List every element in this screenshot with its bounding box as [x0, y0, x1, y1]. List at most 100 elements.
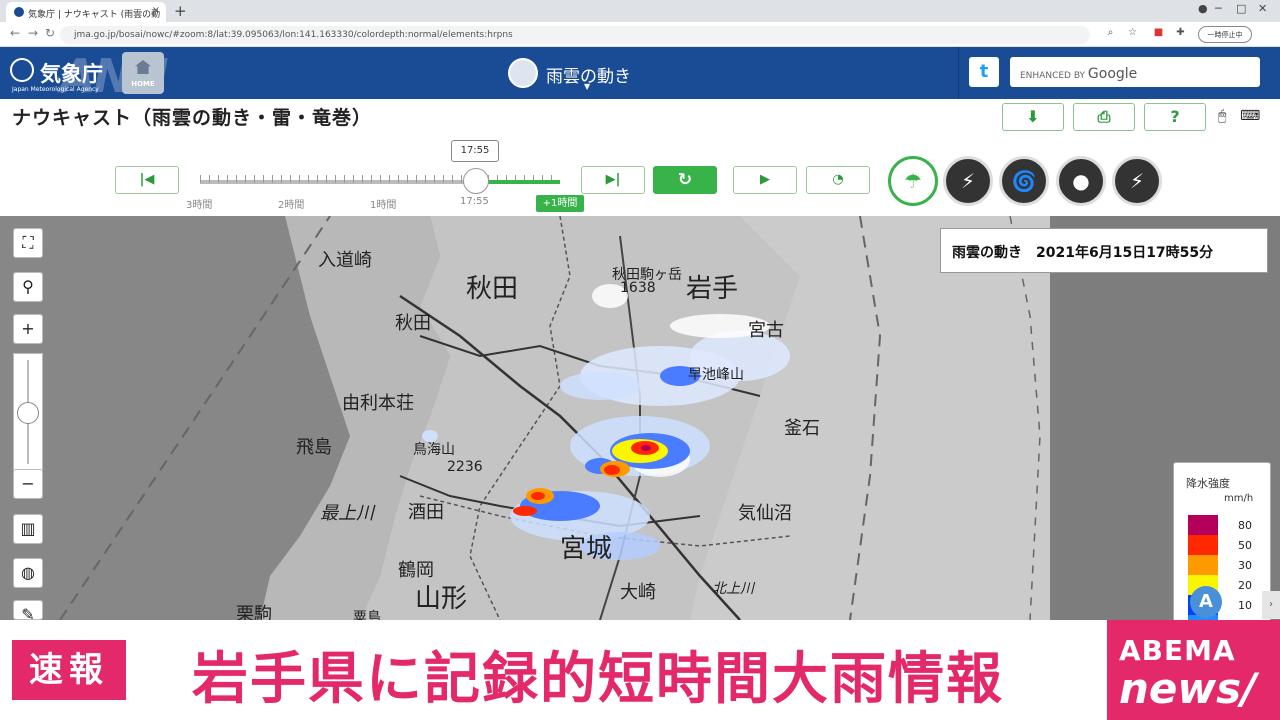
zoom-in-button[interactable]: +	[13, 314, 43, 344]
chevron-right-icon[interactable]: ›	[1262, 591, 1280, 619]
current-time-bubble: 17:55	[451, 140, 499, 162]
tornado-layer-button[interactable]: 🌀	[999, 156, 1049, 206]
precip-legend: 降水強度 mm/h 80503020105	[1173, 462, 1271, 620]
legend-swatch	[1188, 515, 1218, 535]
tab-title: 気象庁 | ナウキャスト (雨雲の動	[28, 10, 161, 20]
place-oga: 入道崎	[318, 250, 372, 271]
legend-value: 80	[1238, 519, 1252, 532]
url-field[interactable]: jma.go.jp/bosai/nowc/#zoom:8/lat:39.0950…	[60, 26, 1090, 44]
help-button[interactable]: ?	[1144, 103, 1206, 131]
abema-logo: ABEMA news/	[1107, 620, 1280, 720]
fullscreen-button[interactable]: ⛶	[13, 228, 43, 258]
news-ticker: 速報 岩手県に記録的短時間大雨情報 ABEMA news/	[0, 620, 1280, 720]
forward-icon[interactable]: →	[28, 26, 38, 40]
globe-icon	[508, 58, 538, 88]
place-awashima: 粟島	[353, 610, 381, 620]
zoom-slider-thumb[interactable]	[17, 402, 39, 424]
last-frame-button[interactable]: ▶|	[581, 166, 645, 194]
headline: 岩手県に記録的短時間大雨情報	[192, 647, 1004, 712]
keyboard-icon[interactable]: ⌨	[1240, 108, 1260, 124]
place-akita-pref: 秋田	[466, 274, 519, 304]
tick-label: 1時間	[370, 200, 397, 211]
twitter-button[interactable]: t	[969, 57, 999, 87]
abema-logo-top: ABEMA	[1119, 634, 1236, 667]
pen-button[interactable]: ✎	[13, 600, 43, 620]
place-tobishima: 飛島	[296, 437, 332, 458]
page-title: ナウキャスト（雨雲の動き・雷・竜巻）	[12, 107, 373, 129]
tick-label: 17:55	[460, 196, 489, 207]
maximize-icon[interactable]: □	[1236, 2, 1246, 15]
place-iwate-pref: 岩手	[686, 274, 739, 304]
reload-icon[interactable]: ↻	[45, 26, 55, 40]
header-divider	[958, 47, 959, 99]
jma-emblem-icon	[10, 58, 34, 82]
place-akita-koma-alt: 1638	[620, 280, 656, 296]
extension-pill[interactable]: 一時停止中	[1198, 26, 1252, 43]
place-kurikoma: 栗駒	[236, 604, 272, 620]
place-kitakami-river: 北上川	[712, 581, 754, 597]
jma-favicon-icon	[14, 7, 24, 17]
place-kamaishi: 釜石	[784, 418, 820, 439]
mouse-icon[interactable]: 🖱	[1218, 108, 1226, 124]
legend-value: 30	[1238, 559, 1252, 572]
place-kesennuma: 気仙沼	[738, 503, 792, 524]
bookmark-star-icon[interactable]: ☆	[1126, 27, 1139, 40]
home-button[interactable]: HOME	[122, 52, 164, 94]
legend-unit: mm/h	[1224, 493, 1254, 504]
legend-value: 20	[1238, 579, 1252, 592]
speed-button[interactable]: ◔	[806, 166, 870, 194]
place-hayachine: 早池峰山	[688, 367, 744, 383]
place-tsuruoka: 鶴岡	[398, 560, 434, 581]
legend-swatch	[1188, 555, 1218, 575]
place-chokai-alt: 2236	[447, 459, 483, 475]
legend-value: 10	[1238, 599, 1252, 612]
abema-logo-bottom: news/	[1119, 664, 1257, 713]
play-button[interactable]: ▶	[733, 166, 797, 194]
extension-icon[interactable]: ■	[1152, 27, 1165, 40]
site-header: 気象庁 Japan Meteorological Agency ANN HOME…	[0, 47, 1280, 103]
legend-swatch	[1188, 535, 1218, 555]
rain-layer-button[interactable]: ☂	[888, 156, 938, 206]
google-search-input[interactable]: ENHANCED BY Google	[1010, 57, 1260, 87]
place-osaki: 大崎	[620, 582, 656, 603]
first-frame-button[interactable]: |◀	[115, 166, 179, 194]
tick-label: 3時間	[186, 200, 213, 211]
precip-layer-button[interactable]: ●	[1056, 156, 1106, 206]
download-button[interactable]: ⬇	[1002, 103, 1064, 131]
print-button[interactable]: ⎙	[1073, 103, 1135, 131]
place-chokai: 鳥海山	[413, 442, 455, 458]
close-window-icon[interactable]: ✕	[1258, 2, 1267, 15]
address-bar: ← → ↻ jma.go.jp/bosai/nowc/#zoom:8/lat:3…	[0, 22, 1280, 47]
timestamp-label: 雨雲の動き 2021年6月15日17時55分	[940, 228, 1268, 273]
browser-tab[interactable]: 気象庁 | ナウキャスト (雨雲の動 ×	[6, 2, 166, 22]
place-miyako: 宮古	[748, 320, 784, 341]
a-badge[interactable]: A	[1190, 586, 1222, 618]
thunder-layer-button[interactable]: ⚡	[943, 156, 993, 206]
forecast-badge[interactable]: +1時間	[536, 195, 584, 212]
time-slider-thumb[interactable]	[463, 168, 489, 194]
zoom-icon[interactable]: ⌕	[1104, 27, 1117, 40]
puzzle-icon[interactable]: ✚	[1174, 27, 1187, 40]
home-icon	[135, 60, 151, 74]
minimize-icon[interactable]: ─	[1215, 2, 1222, 15]
rain-drop-button[interactable]: ◍	[13, 558, 43, 588]
zoom-out-button[interactable]: −	[13, 469, 43, 499]
location-pin-button[interactable]: ⚲	[13, 272, 43, 302]
legend-title: 降水強度	[1186, 477, 1230, 490]
tab-close-icon[interactable]: ×	[152, 5, 160, 16]
zoom-slider[interactable]	[13, 353, 43, 471]
place-yurihonjo: 由利本荘	[342, 393, 414, 414]
back-icon[interactable]: ←	[10, 26, 20, 40]
map-layers-button[interactable]: ▥	[13, 514, 43, 544]
place-miyagi: 宮城	[560, 534, 613, 564]
home-label: HOME	[131, 80, 155, 88]
breaking-badge: 速報	[12, 640, 126, 700]
search-prefix: ENHANCED BY	[1020, 71, 1086, 81]
new-tab-button[interactable]: +	[174, 2, 187, 20]
lightning-layer-button[interactable]: ⚡	[1112, 156, 1162, 206]
profile-icon[interactable]: ●	[1198, 2, 1208, 15]
browser-tabbar: 気象庁 | ナウキャスト (雨雲の動 × + ● ─ □ ✕	[0, 0, 1280, 22]
chevron-down-icon: ▼	[584, 82, 591, 91]
radar-map[interactable]: 秋田 岩手 山形 入道崎 秋田 由利本荘 飛島 鳥海山 2236 酒田 最上川 …	[0, 216, 1280, 620]
refresh-button[interactable]: ↻	[653, 166, 717, 194]
